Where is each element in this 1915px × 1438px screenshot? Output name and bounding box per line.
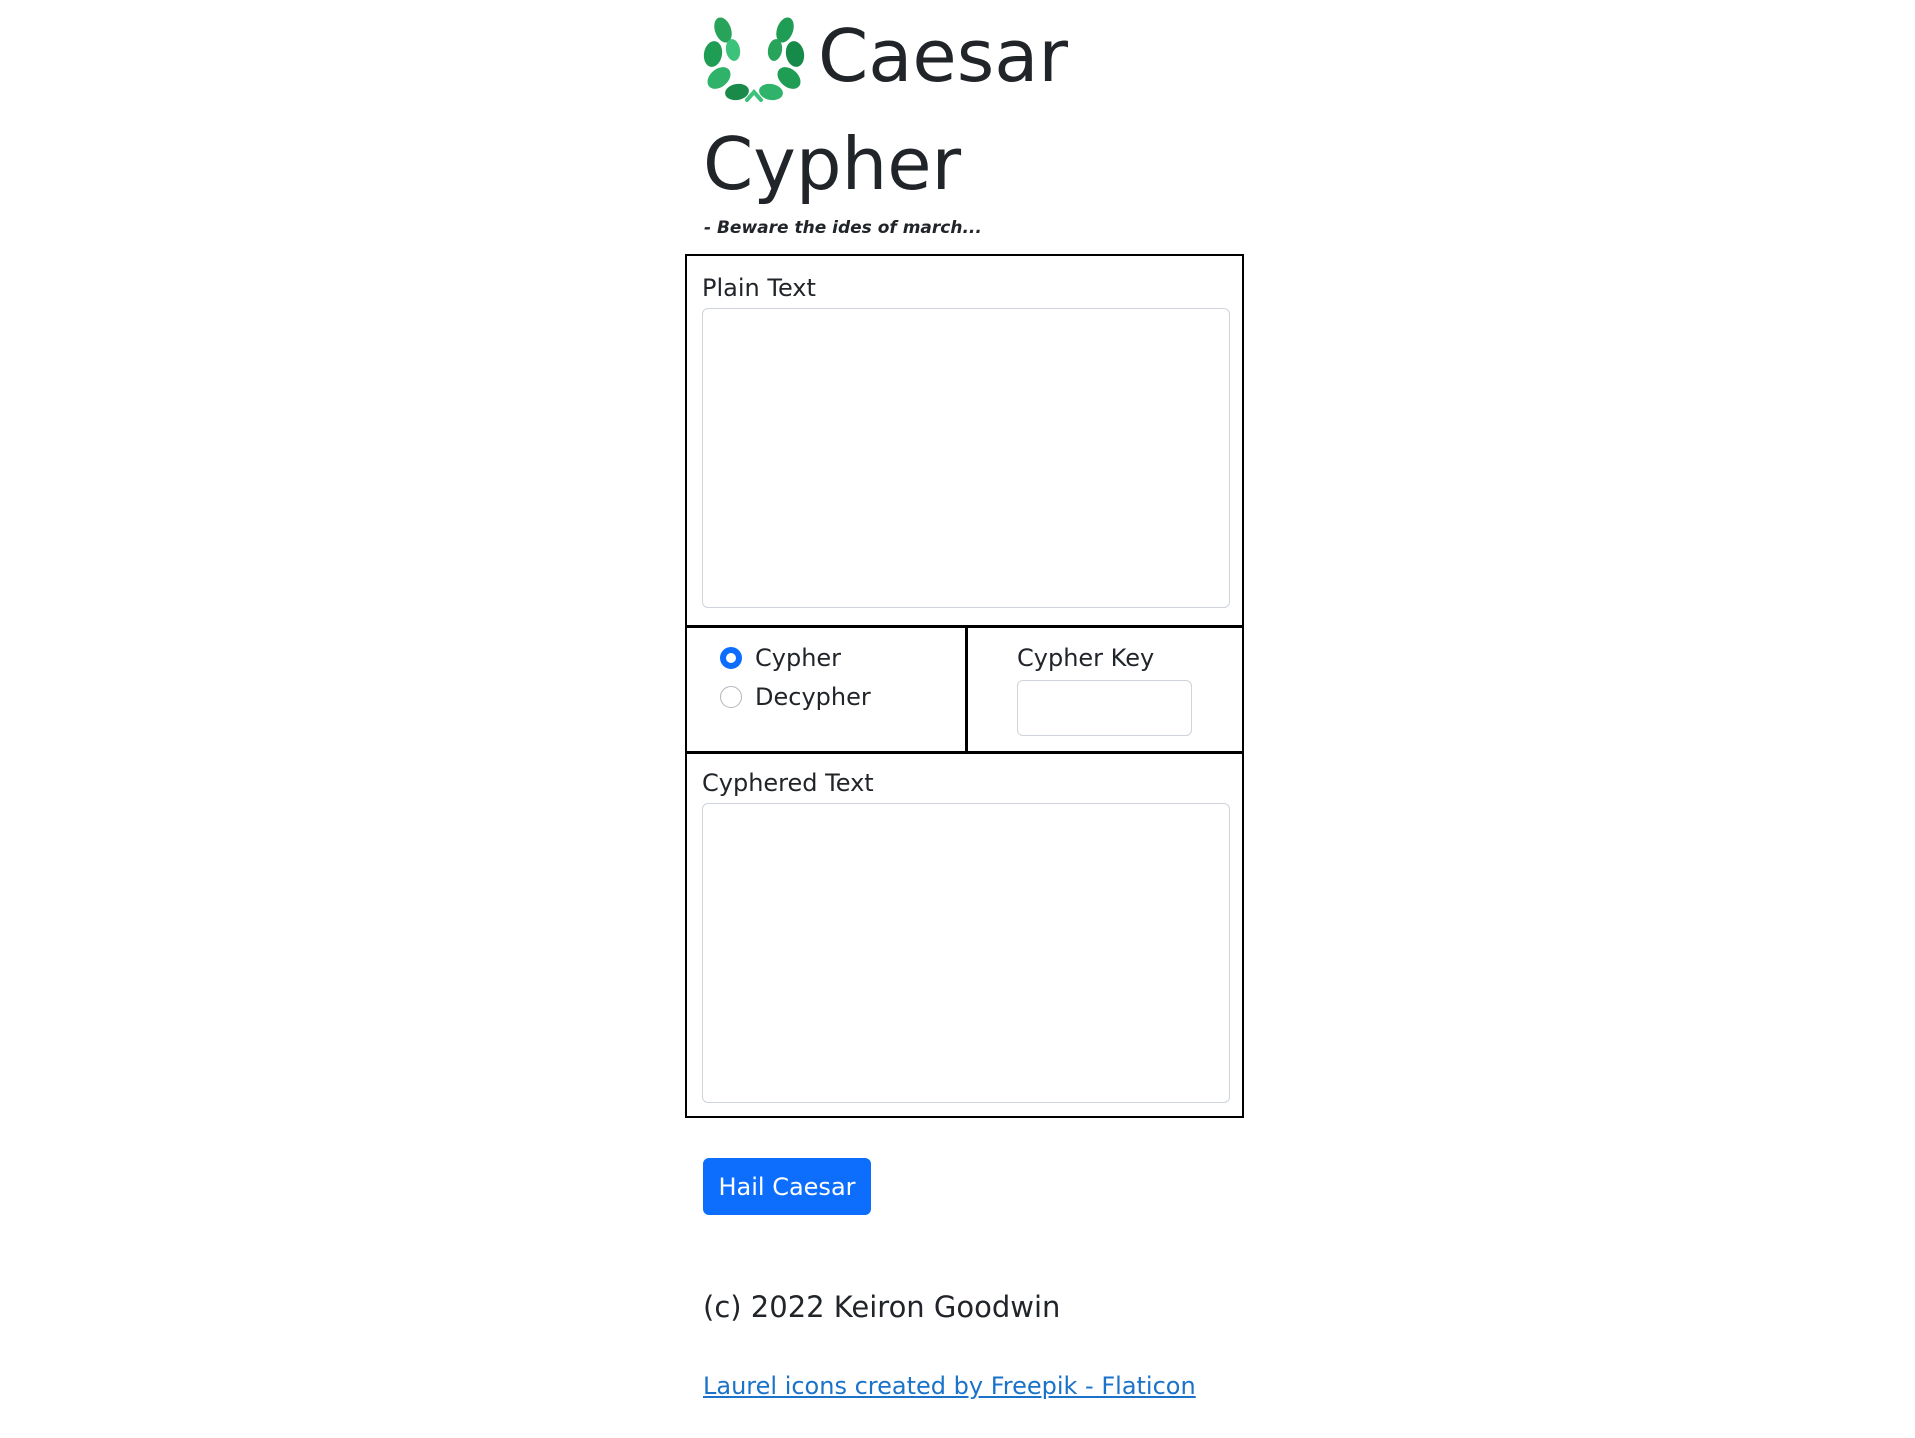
plain-text-input[interactable] (702, 308, 1230, 608)
cypher-form: Plain Text Cypher Decypher Cypher Key Cy… (685, 254, 1244, 1118)
cyphered-text-section: Cyphered Text (687, 754, 1242, 1116)
plain-text-section: Plain Text (687, 256, 1242, 628)
page: Caesar Cypher - Beware the ides of march… (0, 0, 1915, 1438)
cypher-key-label: Cypher Key (1017, 644, 1155, 672)
options-divider (965, 628, 968, 751)
radio-cypher[interactable] (720, 647, 742, 669)
laurel-wreath-icon (703, 17, 805, 102)
page-title-caesar: Caesar (818, 14, 1068, 98)
tagline: - Beware the ides of march... (704, 218, 982, 238)
radio-cypher-label[interactable]: Cypher (755, 644, 841, 672)
cyphered-text-label: Cyphered Text (702, 769, 874, 797)
cyphered-text-output[interactable] (702, 803, 1230, 1103)
page-title-cypher: Cypher (703, 122, 962, 206)
options-section: Cypher Decypher Cypher Key (687, 628, 1242, 754)
logo (703, 14, 805, 106)
cypher-key-input[interactable] (1017, 680, 1192, 736)
radio-decypher[interactable] (720, 686, 742, 708)
flaticon-credit-link[interactable]: Laurel icons created by Freepik - Flatic… (703, 1372, 1196, 1400)
radio-decypher-label[interactable]: Decypher (755, 683, 871, 711)
radio-option-cypher[interactable]: Cypher (720, 642, 841, 674)
hail-caesar-button[interactable]: Hail Caesar (703, 1158, 871, 1215)
copyright-text: (c) 2022 Keiron Goodwin (703, 1290, 1061, 1324)
plain-text-label: Plain Text (702, 274, 816, 302)
radio-option-decypher[interactable]: Decypher (720, 681, 871, 713)
